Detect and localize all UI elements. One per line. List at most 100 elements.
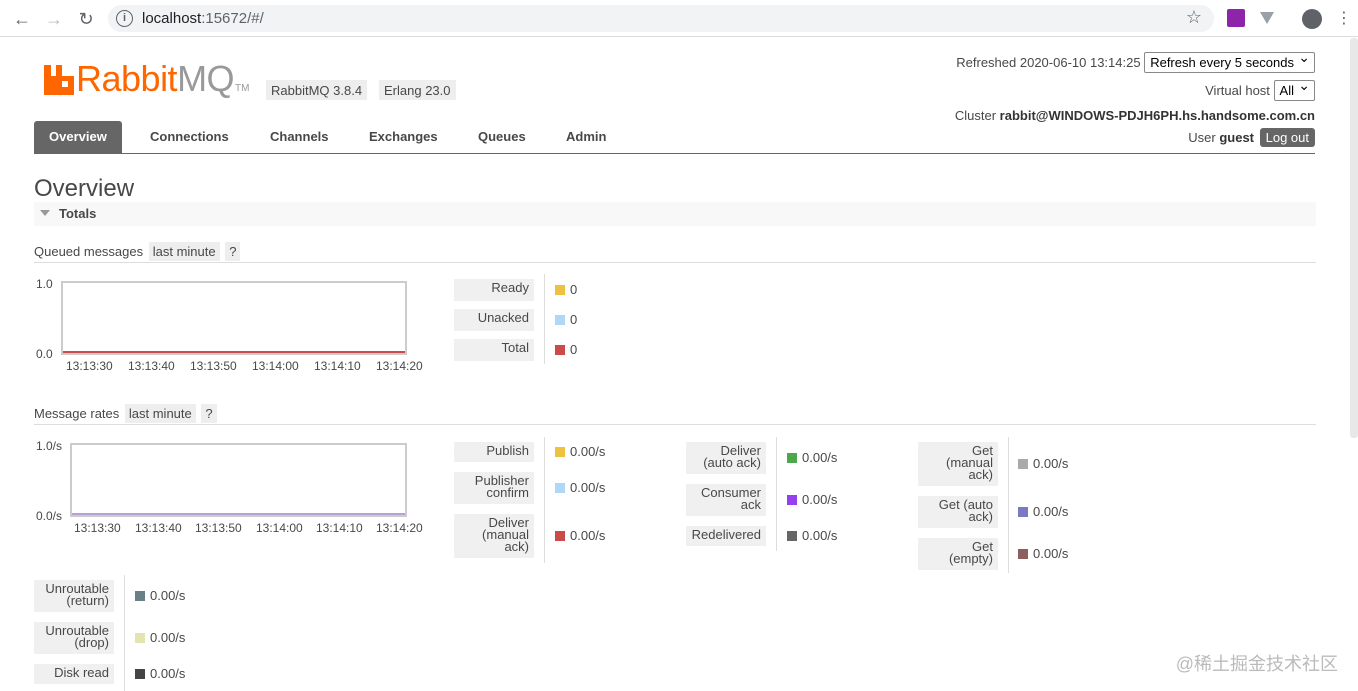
refresh-interval-select[interactable]: Refresh every 5 seconds xyxy=(1144,49,1315,73)
legend-value: 0.00/s xyxy=(135,666,185,681)
y-tick-bottom: 0.0/s xyxy=(36,509,63,523)
message-rates-label: Message rates xyxy=(34,406,120,421)
legend-value-text: 0.00/s xyxy=(1033,456,1069,471)
rabbit-logo-icon xyxy=(44,65,74,95)
legend-value-text: 0.00/s xyxy=(802,492,838,507)
totals-label: Totals xyxy=(59,206,97,221)
legend-swatch xyxy=(555,345,565,355)
legend-swatch xyxy=(787,531,797,541)
legend-label: Consumer ack xyxy=(686,484,766,516)
legend-divider xyxy=(544,437,545,563)
rates-help-button[interactable]: ? xyxy=(201,404,217,423)
legend-value-text: 0.00/s xyxy=(150,588,186,603)
legend-value-text: 0.00/s xyxy=(570,444,606,459)
legend-value-text: 0 xyxy=(570,342,578,357)
x-tick: 13:13:30 xyxy=(74,521,121,535)
legend-value-text: 0.00/s xyxy=(1033,504,1069,519)
tab-channels[interactable]: Channels xyxy=(255,121,344,153)
legend-divider xyxy=(776,437,777,551)
legend-swatch xyxy=(787,453,797,463)
legend-swatch xyxy=(1018,507,1028,517)
legend-value: 0.00/s xyxy=(1018,456,1068,471)
x-tick: 13:14:20 xyxy=(376,521,423,535)
back-icon[interactable]: ← xyxy=(10,7,34,31)
legend-label: Unroutable (drop) xyxy=(34,622,114,654)
legend-value-text: 0.00/s xyxy=(802,528,838,543)
rates-range-button[interactable]: last minute xyxy=(124,404,196,423)
legend-label: Disk read xyxy=(34,664,114,684)
queued-messages-label: Queued messages xyxy=(34,244,144,259)
totals-section-toggle[interactable]: Totals xyxy=(34,202,1316,226)
refreshed-timestamp: Refreshed 2020-06-10 13:14:25 xyxy=(956,55,1141,70)
legend-label: Unacked xyxy=(454,309,534,331)
forward-icon[interactable]: → xyxy=(42,7,66,31)
legend-label: Deliver (auto ack) xyxy=(686,442,766,474)
legend-swatch xyxy=(1018,549,1028,559)
legend-label: Get (empty) xyxy=(918,538,998,570)
tab-connections[interactable]: Connections xyxy=(135,121,244,153)
legend-value: 0.00/s xyxy=(787,450,837,465)
scrollbar[interactable] xyxy=(1350,38,1358,438)
legend-value-text: 0.00/s xyxy=(570,528,606,543)
legend-divider xyxy=(544,274,545,364)
tab-exchanges[interactable]: Exchanges xyxy=(354,121,453,153)
address-bar[interactable]: i localhost:15672/#/ ☆ xyxy=(108,5,1214,32)
x-tick: 13:14:10 xyxy=(316,521,363,535)
legend-label: Deliver (manual ack) xyxy=(454,514,534,558)
legend-swatch xyxy=(135,669,145,679)
total-series-line xyxy=(63,351,405,353)
legend-swatch xyxy=(555,483,565,493)
legend-value: 0.00/s xyxy=(787,528,837,543)
legend-divider xyxy=(124,575,125,691)
menu-dots-icon[interactable]: ⋮ xyxy=(1332,7,1356,31)
logo-tm: TM xyxy=(235,83,250,94)
x-tick: 13:14:10 xyxy=(314,359,361,373)
y-tick-top: 1.0 xyxy=(36,277,53,291)
legend-label: Unroutable (return) xyxy=(34,580,114,612)
legend-divider xyxy=(1008,437,1009,573)
y-tick-bottom: 0.0 xyxy=(36,347,53,361)
legend-value: 0.00/s xyxy=(555,444,605,459)
legend-value: 0.00/s xyxy=(1018,504,1068,519)
legend-label: Ready xyxy=(454,279,534,301)
vhost-label: Virtual host xyxy=(1205,83,1270,98)
legend-value-text: 0 xyxy=(570,282,578,297)
legend-value: 0 xyxy=(555,282,577,297)
legend-swatch xyxy=(135,591,145,601)
queued-messages-header: Queued messages last minute ? xyxy=(34,242,1316,263)
bookmark-star-icon[interactable]: ☆ xyxy=(1186,7,1202,28)
rates-series-line xyxy=(72,513,405,515)
legend-value-text: 0.00/s xyxy=(150,630,186,645)
queued-range-button[interactable]: last minute xyxy=(148,242,220,261)
legend-swatch xyxy=(1018,459,1028,469)
url-text[interactable]: localhost:15672/#/ xyxy=(142,10,264,27)
extension-v-icon[interactable] xyxy=(1258,9,1276,27)
legend-swatch xyxy=(555,447,565,457)
vhost-select[interactable]: All xyxy=(1273,77,1315,101)
legend-swatch xyxy=(787,495,797,505)
tab-queues[interactable]: Queues xyxy=(463,121,541,153)
legend-value: 0.00/s xyxy=(1018,546,1068,561)
reload-icon[interactable]: ↻ xyxy=(74,7,98,31)
extension-rp-icon[interactable] xyxy=(1227,9,1245,27)
tab-overview[interactable]: Overview xyxy=(34,121,122,153)
legend-value: 0 xyxy=(555,312,577,327)
erlang-version: Erlang 23.0 xyxy=(379,80,456,100)
x-tick: 13:14:00 xyxy=(252,359,299,373)
legend-value-text: 0.00/s xyxy=(570,480,606,495)
refresh-row: Refreshed 2020-06-10 13:14:25 Refresh ev… xyxy=(956,49,1315,73)
legend-label: Redelivered xyxy=(686,526,766,546)
message-rates-header: Message rates last minute ? xyxy=(34,404,1316,425)
legend-value-text: 0.00/s xyxy=(150,666,186,681)
vhost-row: Virtual host All xyxy=(1205,77,1315,101)
site-info-icon[interactable]: i xyxy=(116,10,133,27)
profile-icon[interactable] xyxy=(1302,9,1322,29)
legend-label: Get (manual ack) xyxy=(918,442,998,486)
queued-help-button[interactable]: ? xyxy=(225,242,241,261)
x-tick: 13:13:50 xyxy=(190,359,237,373)
tab-admin[interactable]: Admin xyxy=(551,121,621,153)
main-tabs: Overview Connections Channels Exchanges … xyxy=(34,121,1315,154)
legend-value-text: 0.00/s xyxy=(802,450,838,465)
legend-label: Publisher confirm xyxy=(454,472,534,504)
legend-value: 0.00/s xyxy=(135,588,185,603)
